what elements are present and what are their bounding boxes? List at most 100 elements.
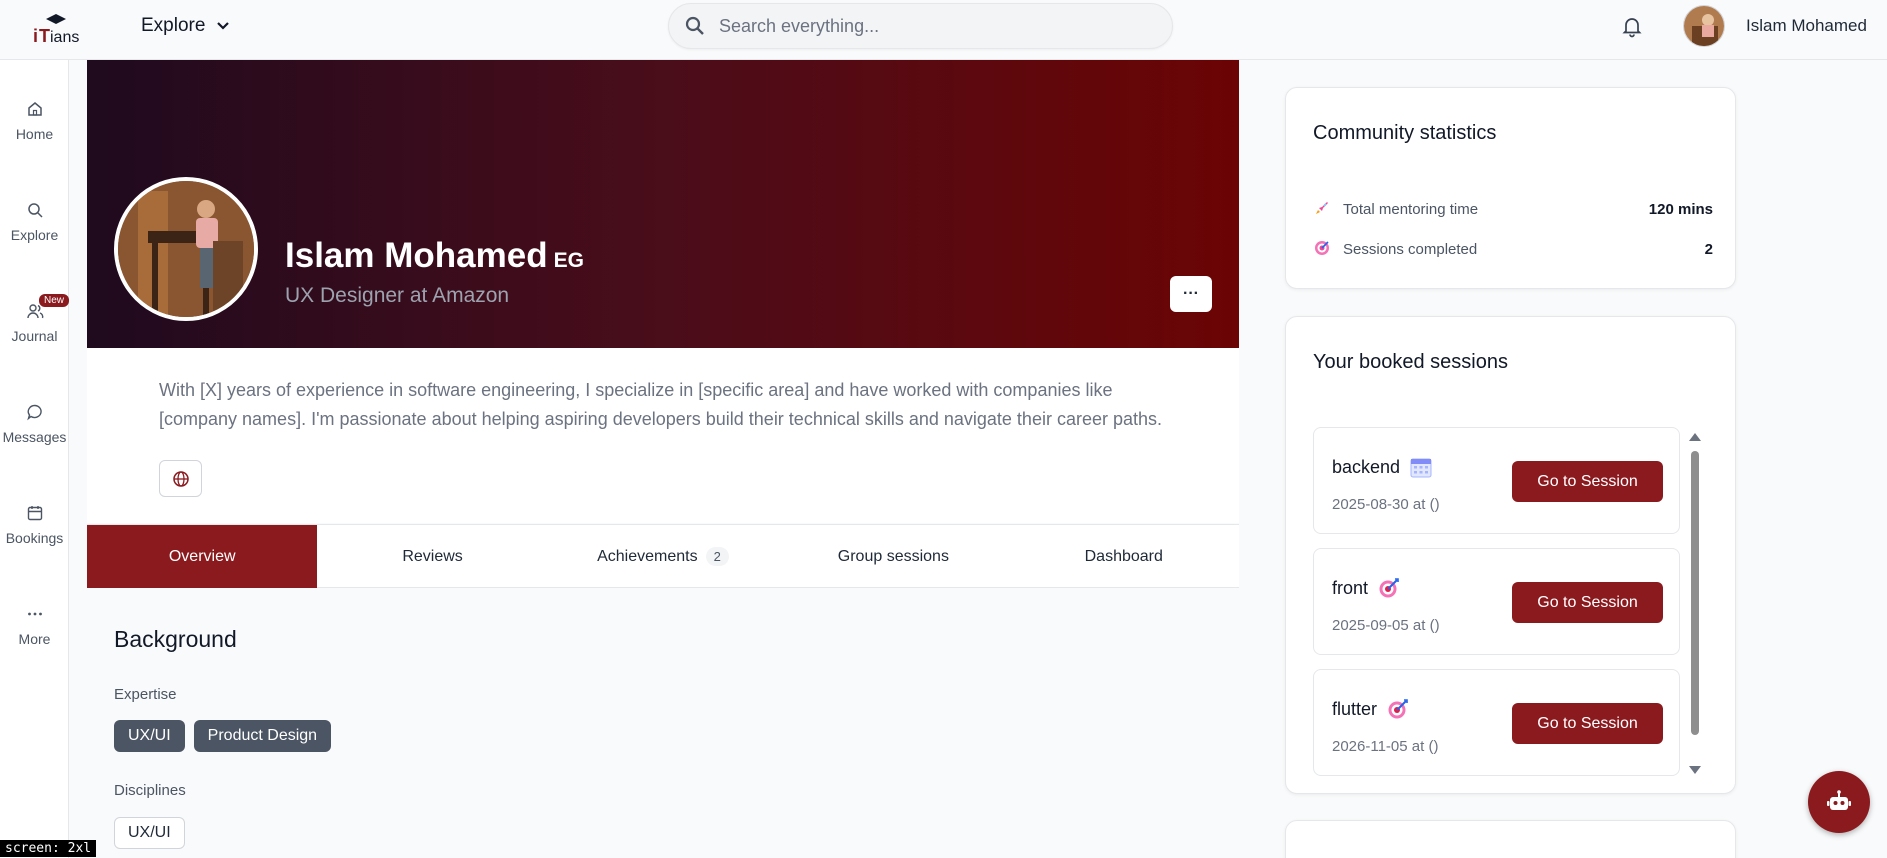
stat-label: Total mentoring time [1343, 201, 1479, 218]
search-icon [685, 16, 704, 35]
sidebar-item-messages[interactable]: Messages [0, 403, 69, 445]
session-name-text: front [1332, 577, 1369, 598]
session-name: backend [1332, 456, 1432, 478]
profile-title: UX Designer at Amazon [285, 284, 510, 307]
achievements-count-badge: 2 [705, 547, 729, 566]
sidebar-item-label: Journal [11, 328, 58, 344]
sidebar-item-more[interactable]: More [0, 605, 69, 647]
profile-tabs: Overview Reviews Achievements 2 Group ses… [87, 524, 1239, 588]
sidebar-item-label: Explore [10, 227, 59, 243]
profile-about: With [X] years of experience in software… [87, 348, 1239, 523]
svg-text:ians: ians [50, 29, 79, 46]
robot-icon [1827, 790, 1851, 810]
discipline-chip: UX/UI [114, 817, 185, 849]
sidebar-item-label: Messages [2, 429, 67, 445]
tab-label: Group sessions [837, 547, 949, 565]
scrollbar-thumb[interactable] [1691, 451, 1699, 735]
profile-avatar [114, 177, 258, 321]
tab-label: Overview [168, 547, 236, 565]
sidebar-item-explore[interactable]: Explore [0, 201, 69, 243]
tab-label: Reviews [402, 547, 463, 565]
expertise-chips: UX/UI Product Design [114, 720, 332, 752]
sessions-list[interactable]: backend 2025-08-30 at () Go to Session f… [1313, 427, 1683, 779]
screen-size-indicator: screen: 2xl [0, 840, 97, 857]
tab-overview[interactable]: Overview [87, 525, 318, 588]
chatbot-button[interactable] [1808, 771, 1870, 833]
tab-dashboard[interactable]: Dashboard [1009, 525, 1239, 588]
user-avatar[interactable] [1683, 5, 1725, 47]
session-date: 2026-11-05 at () [1332, 738, 1439, 755]
explore-dropdown[interactable]: Explore [141, 12, 231, 40]
go-to-session-button[interactable]: Go to Session [1512, 582, 1663, 623]
sidebar-item-home[interactable]: Home [0, 100, 69, 142]
session-name-text: flutter [1332, 698, 1378, 719]
search-input[interactable] [719, 15, 1139, 37]
community-statistics-title: Community statistics [1313, 122, 1497, 144]
profile-bio: With [X] years of experience in software… [159, 380, 1163, 429]
session-date: 2025-09-05 at () [1332, 617, 1440, 634]
home-icon [27, 102, 42, 116]
sidebar-item-label: Bookings [5, 530, 64, 546]
go-to-session-button[interactable]: Go to Session [1512, 461, 1663, 502]
tab-reviews[interactable]: Reviews [317, 525, 547, 588]
target-icon [1313, 239, 1333, 260]
session-name: front [1332, 577, 1400, 599]
background-heading: Background [114, 626, 237, 652]
go-to-session-button[interactable]: Go to Session [1512, 703, 1663, 744]
country-code: EG [553, 249, 584, 272]
stat-value: 120 mins [1648, 201, 1713, 218]
tab-group-sessions[interactable]: Group sessions [778, 525, 1008, 588]
stat-row: Total mentoring time 120 mins [1313, 199, 1713, 220]
tab-achievements[interactable]: Achievements 2 [548, 525, 778, 588]
website-link-button[interactable] [159, 460, 202, 497]
target-icon [1379, 578, 1399, 598]
calendar-emoji-icon [1410, 458, 1432, 478]
sidebar-item-journal[interactable]: New Journal [0, 294, 70, 344]
profile-banner [87, 60, 1239, 348]
session-name: flutter [1332, 698, 1409, 720]
tab-label: Dashboard [1084, 547, 1163, 565]
profile-name: Islam Mohamed EG [285, 236, 584, 276]
partial-card [1285, 820, 1736, 858]
session-item: backend 2025-08-30 at () Go to Session [1313, 427, 1680, 534]
message-icon [26, 404, 42, 421]
calendar-icon [27, 506, 42, 521]
bell-icon[interactable] [1620, 14, 1644, 38]
expertise-chip: UX/UI [114, 720, 185, 752]
globe-icon [172, 470, 189, 487]
stat-value: 2 [1704, 241, 1713, 258]
profile-more-button[interactable]: ··· [1170, 276, 1212, 312]
community-statistics-card: Community statistics Total mentoring tim… [1285, 87, 1736, 289]
more-dots-icon [27, 612, 42, 616]
disciplines-label: Disciplines [114, 782, 186, 799]
top-bar: i T ians Explore Islam Mohamed [0, 0, 1887, 60]
user-name[interactable]: Islam Mohamed [1746, 16, 1867, 36]
session-date: 2025-08-30 at () [1332, 496, 1440, 513]
session-item: front 2025-09-05 at () Go to Session [1313, 548, 1680, 655]
sidebar-item-bookings[interactable]: Bookings [0, 504, 69, 546]
stat-label: Sessions completed [1343, 241, 1478, 258]
sidebar-item-label: Home [15, 126, 54, 142]
svg-text:i: i [33, 26, 38, 46]
session-name-text: backend [1332, 456, 1401, 477]
itians-logo[interactable]: i T ians [32, 10, 80, 50]
scroll-up-arrow-icon[interactable] [1689, 433, 1701, 441]
svg-text:T: T [39, 26, 50, 46]
rocket-icon [1313, 199, 1333, 220]
target-icon [1388, 699, 1408, 719]
search-icon [27, 203, 43, 218]
booked-sessions-card: Your booked sessions backend 2025-08-30 … [1285, 316, 1736, 794]
expertise-label: Expertise [114, 686, 177, 703]
explore-dropdown-label: Explore [141, 15, 206, 36]
chevron-down-icon [217, 22, 230, 30]
stat-row: Sessions completed 2 [1313, 239, 1713, 260]
sessions-scrollbar[interactable] [1688, 433, 1701, 778]
profile-name-text: Islam Mohamed [285, 236, 548, 275]
expertise-chip: Product Design [193, 720, 332, 752]
booked-sessions-title: Your booked sessions [1313, 351, 1508, 373]
search-bar[interactable] [668, 3, 1173, 49]
scroll-down-arrow-icon[interactable] [1689, 766, 1701, 774]
tab-label: Achievements [597, 547, 698, 565]
left-sidebar: Home Explore New Journal Messages Bookin… [0, 60, 70, 858]
new-badge: New [39, 294, 70, 307]
